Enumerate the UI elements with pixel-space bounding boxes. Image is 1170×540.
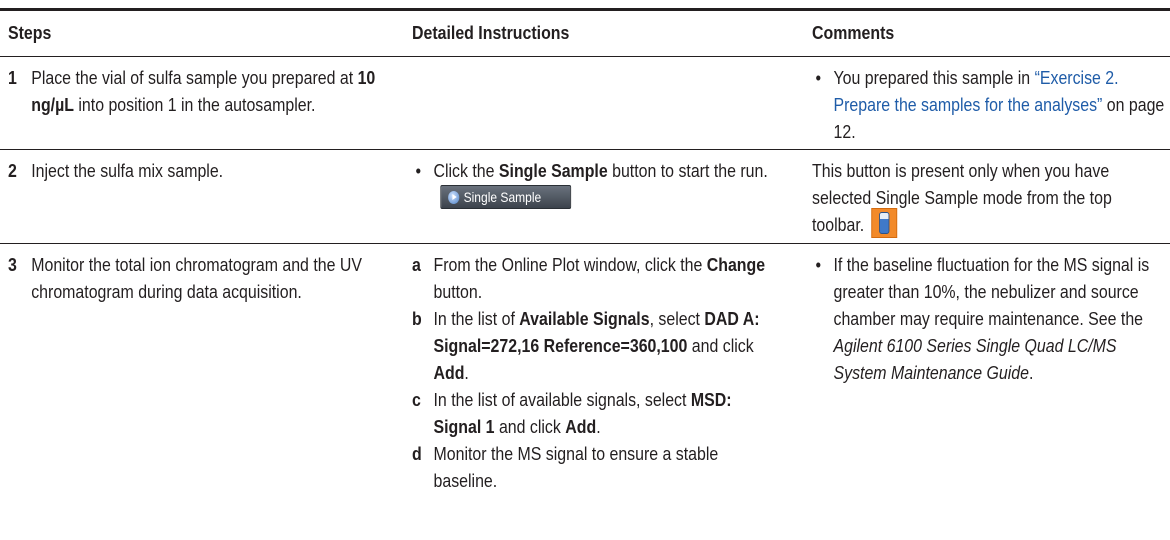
step-text: into position 1 in the autosampler.: [73, 94, 316, 115]
row-rule: [0, 243, 1170, 244]
substep-letter: c: [412, 389, 421, 410]
bullet-icon: •: [815, 67, 822, 88]
substep-text: .: [464, 362, 469, 383]
substep-bold: Add: [565, 416, 597, 437]
step-number: 2: [8, 160, 17, 181]
play-icon: [448, 190, 460, 204]
table-top-rule: [0, 8, 1170, 11]
comment-text: If the baseline fluctuation for the MS s…: [833, 254, 1150, 329]
comment-3: • If the baseline fluctuation for the MS…: [812, 251, 1166, 386]
row-rule: [0, 149, 1170, 150]
instruction-bold: Single Sample: [498, 160, 608, 181]
substep-text: , select: [649, 308, 705, 329]
comment-text: .: [1028, 362, 1034, 383]
substep-c: c In the list of available signals, sele…: [412, 386, 782, 440]
comment-2: This button is present only when you hav…: [812, 157, 1166, 241]
step-1: 1 Place the vial of sulfa sample you pre…: [8, 64, 378, 118]
substep-text: and click: [687, 335, 754, 356]
substep-text: and click: [494, 416, 566, 437]
step-number: 3: [8, 254, 17, 275]
header-comments: Comments: [812, 22, 895, 43]
step-text: Monitor the total ion chromatogram and t…: [31, 254, 362, 302]
header-instructions: Detailed Instructions: [412, 22, 570, 43]
substep-letter: d: [412, 443, 422, 464]
step-text: Inject the sulfa mix sample.: [31, 160, 224, 181]
substep-text: .: [596, 416, 601, 437]
header-rule: [0, 56, 1170, 57]
substep-letter: a: [412, 254, 421, 275]
vial-icon: [871, 208, 897, 239]
step-3: 3 Monitor the total ion chromatogram and…: [8, 251, 378, 305]
vial-shape: [878, 212, 890, 235]
substep-b: b In the list of Available Signals, sele…: [412, 305, 782, 386]
substep-text: Monitor the MS signal to ensure a stable…: [433, 443, 719, 491]
maintenance-guide-title: Agilent 6100 Series Single Quad LC/MS Sy…: [833, 335, 1117, 383]
substep-d: d Monitor the MS signal to ensure a stab…: [412, 440, 782, 494]
step-number: 1: [8, 67, 17, 88]
substep-text: From the Online Plot window, click the: [433, 254, 707, 275]
instruction-3: a From the Online Plot window, click the…: [412, 251, 782, 494]
single-sample-button-image: Single Sample: [440, 185, 572, 210]
instruction-text: button to start the run.: [607, 160, 768, 181]
substep-text: In the list of: [433, 308, 520, 329]
substep-bold: Available Signals: [519, 308, 650, 329]
comment-text: You prepared this sample in: [833, 67, 1035, 88]
bullet-icon: •: [815, 254, 822, 275]
header-steps: Steps: [8, 22, 52, 43]
instruction-text: Click the: [433, 160, 499, 181]
comment-1: • You prepared this sample in “Exercise …: [812, 64, 1166, 145]
button-image-label: Single Sample: [463, 189, 542, 206]
bullet-icon: •: [415, 160, 422, 181]
substep-bold: Change: [706, 254, 766, 275]
substep-letter: b: [412, 308, 422, 329]
instruction-2: • Click the Single Sample button to star…: [412, 157, 782, 211]
substep-text: In the list of available signals, select: [433, 389, 691, 410]
substep-a: a From the Online Plot window, click the…: [412, 251, 782, 305]
step-2: 2 Inject the sulfa mix sample.: [8, 157, 378, 184]
substep-text: button.: [433, 281, 483, 302]
step-text: Place the vial of sulfa sample you prepa…: [31, 67, 358, 88]
substep-bold: Add: [433, 362, 465, 383]
comment-text: This button is present only when you hav…: [812, 160, 1112, 235]
